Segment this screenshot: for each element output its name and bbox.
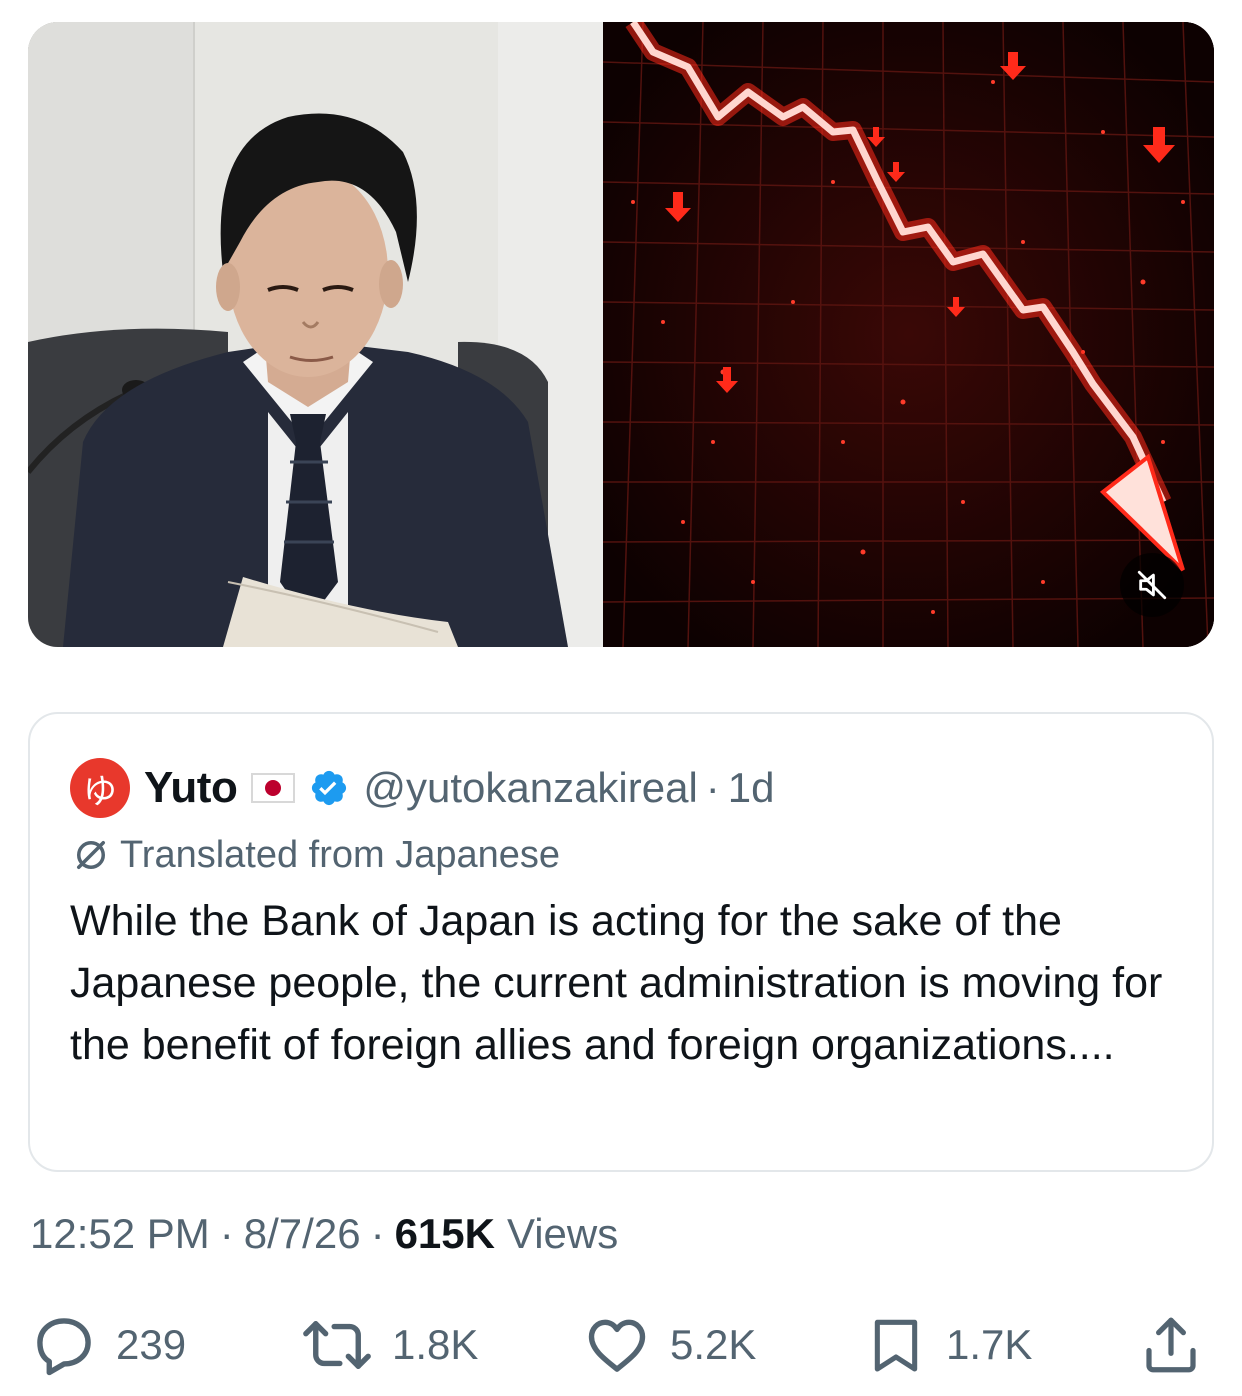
bookmark-count: 1.7K <box>946 1321 1033 1368</box>
verified-badge-icon <box>309 768 349 808</box>
reply-icon <box>30 1311 98 1379</box>
speaker-muted-icon <box>1135 568 1169 602</box>
photo-speaker-at-press-conference[interactable] <box>28 22 603 647</box>
speaker-illustration <box>28 22 603 647</box>
tweet-meta: 12:52 PM · 8/7/26 · 615K Views <box>30 1210 618 1258</box>
quoted-tweet-text: While the Bank of Japan is acting for th… <box>70 897 1163 1069</box>
heart-icon <box>582 1311 652 1379</box>
share-icon <box>1138 1311 1204 1379</box>
like-count: 5.2K <box>670 1321 757 1368</box>
quoted-tweet-card[interactable]: ゆ Yuto @yutokanzakireal · 1d Translated … <box>28 712 1214 1172</box>
repost-button[interactable]: 1.8K <box>300 1300 478 1390</box>
translate-icon <box>70 834 112 876</box>
repost-count: 1.8K <box>392 1321 479 1368</box>
like-button[interactable]: 5.2K <box>582 1300 756 1390</box>
japan-flag-icon <box>251 773 296 803</box>
translation-notice[interactable]: Translated from Japanese <box>70 830 1172 880</box>
separator-dot: · <box>370 1210 385 1257</box>
views-label: Views <box>506 1210 619 1257</box>
separator-dot: · <box>705 764 720 811</box>
post-date[interactable]: 8/7/26 <box>244 1210 361 1258</box>
translation-label: Translated from Japanese <box>120 833 561 876</box>
separator-dot: · <box>219 1210 234 1257</box>
quoted-tweet-header: ゆ Yuto @yutokanzakireal · 1d <box>70 758 1172 818</box>
avatar[interactable]: ゆ <box>70 758 130 818</box>
author-handle[interactable]: @yutokanzakireal <box>363 764 697 812</box>
reply-button[interactable]: 239 <box>30 1300 186 1390</box>
post-age[interactable]: 1d <box>728 764 775 812</box>
mute-toggle-button[interactable] <box>1120 553 1184 617</box>
falling-chart-illustration <box>603 22 1214 647</box>
post-time[interactable]: 12:52 PM <box>30 1210 210 1258</box>
bookmark-button[interactable]: 1.7K <box>864 1300 1032 1390</box>
photo-falling-chart[interactable] <box>603 22 1214 647</box>
share-button[interactable] <box>1138 1300 1222 1390</box>
tweet-actions-bar: 239 1.8K 5.2K 1.7K <box>0 1300 1242 1390</box>
views-count: 615K <box>394 1210 495 1257</box>
author-name[interactable]: Yuto <box>144 763 238 813</box>
tweet-media[interactable] <box>28 22 1214 647</box>
bookmark-icon <box>864 1311 928 1379</box>
reply-count: 239 <box>116 1321 187 1368</box>
repost-icon <box>300 1311 374 1379</box>
